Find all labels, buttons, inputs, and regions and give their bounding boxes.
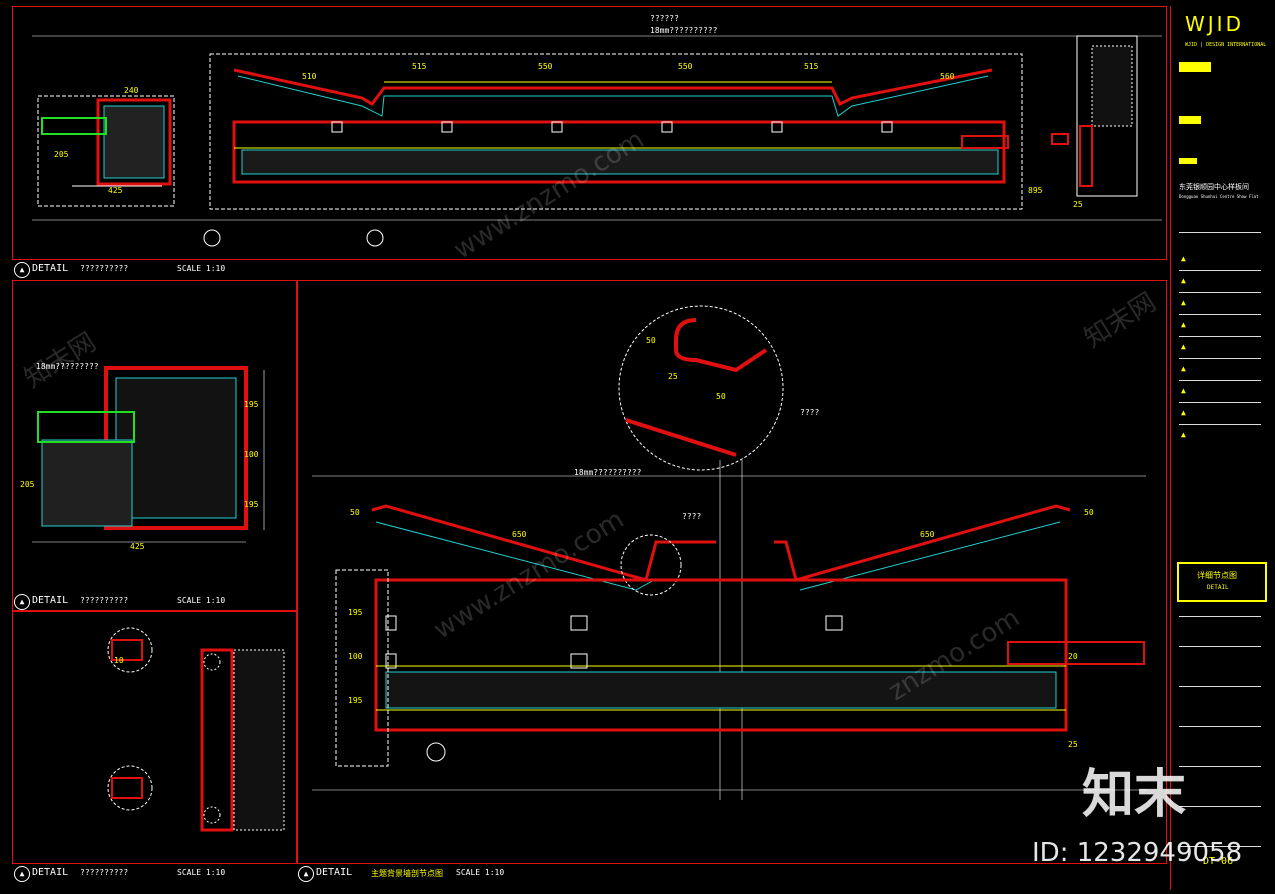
main-panel-title: ▲ DETAIL 主题背景墙剖节点图 SCALE 1:10	[296, 864, 696, 882]
callout-label: 18mm??????????	[574, 468, 642, 477]
dim-label: 100	[348, 652, 363, 661]
dim-label: 50	[350, 508, 360, 517]
detail-marker-icon: ▲	[14, 262, 30, 278]
divider	[1179, 806, 1261, 807]
dim-label: 195	[348, 696, 363, 705]
brand-logo: WJID	[1185, 12, 1244, 36]
mid-left-section-drawing	[32, 366, 265, 543]
top-section-drawing	[32, 35, 1162, 247]
divider	[1179, 646, 1261, 647]
dim-label: 50	[716, 392, 726, 401]
dim-label: 515	[804, 62, 819, 71]
project-title-en: Dongguan Shunhui Centre Show Flat	[1179, 194, 1259, 199]
divider	[1179, 686, 1261, 687]
divider	[1179, 358, 1261, 359]
dim-label: 25	[668, 372, 678, 381]
callout-label: ????	[800, 408, 820, 417]
brand-block	[1179, 62, 1211, 72]
sheet-title-en: DETAIL	[1207, 584, 1229, 591]
dim-label: 550	[538, 62, 553, 71]
divider	[1179, 232, 1261, 233]
footer-id: ID: 1232949058	[1032, 838, 1243, 868]
dim-label: 550	[678, 62, 693, 71]
dim-label: 560	[940, 72, 955, 81]
panel-label: DETAIL	[316, 867, 353, 878]
callout-label: ????	[682, 512, 702, 521]
panel-sub: ??????????	[80, 868, 129, 877]
bottom-left-panel-title: ▲ DETAIL ?????????? SCALE 1:10	[12, 864, 292, 882]
dim-label: 100	[244, 450, 259, 459]
dim-label: 510	[302, 72, 317, 81]
top-panel-title: ▲ DETAIL ?????????? SCALE 1:10	[12, 260, 412, 278]
revision-triangle-icon: ▲	[1181, 276, 1186, 285]
brand-block	[1179, 158, 1197, 164]
panel-scale: SCALE 1:10	[177, 264, 226, 273]
detail-marker-icon: ▲	[14, 866, 30, 882]
detail-marker-icon: ▲	[298, 866, 314, 882]
divider	[1179, 424, 1261, 425]
revision-triangle-icon: ▲	[1181, 408, 1186, 417]
panel-scale: SCALE 1:10	[177, 596, 226, 605]
dim-label: 195	[244, 400, 259, 409]
panel-sub: ??????????	[80, 264, 129, 273]
divider	[1179, 336, 1261, 337]
sheet-title-box: 详细节点图 DETAIL	[1177, 562, 1267, 602]
dim-label: 425	[108, 186, 123, 195]
panel-label: DETAIL	[32, 867, 69, 878]
callout-label: ??????	[650, 14, 679, 23]
revision-triangle-icon: ▲	[1181, 254, 1186, 263]
divider	[1179, 726, 1261, 727]
callout-label: 18mm??????????	[650, 26, 718, 35]
panel-sub: 主题背景墙剖节点图	[371, 869, 443, 878]
brand-block	[1179, 116, 1201, 124]
revision-triangle-icon: ▲	[1181, 430, 1186, 439]
panel-sub: ??????????	[80, 596, 129, 605]
revision-triangle-icon: ▲	[1181, 342, 1186, 351]
dim-label: 205	[20, 480, 35, 489]
divider	[1179, 402, 1261, 403]
dim-label: 895	[1028, 186, 1043, 195]
dim-label: 25	[1068, 740, 1078, 749]
panel-label: DETAIL	[32, 595, 69, 606]
revision-triangle-icon: ▲	[1181, 386, 1186, 395]
dim-label: 650	[920, 530, 935, 539]
dim-label: 50	[646, 336, 656, 345]
dim-label: 25	[1073, 200, 1083, 209]
dim-label: 650	[512, 530, 527, 539]
dim-label: 195	[244, 500, 259, 509]
project-title: 东莞银顺园中心样板间	[1179, 183, 1249, 191]
panel-scale: SCALE 1:10	[177, 868, 226, 877]
divider	[1179, 766, 1261, 767]
sheet-title-cn: 详细节点图	[1197, 571, 1237, 580]
dim-label: 240	[124, 86, 139, 95]
brand-subtitle: WJID | DESIGN INTERNATIONAL	[1185, 42, 1267, 48]
dim-label: 10	[114, 656, 124, 665]
footer-logo: 知末	[1082, 765, 1187, 825]
divider	[1179, 292, 1261, 293]
dim-label: 195	[348, 608, 363, 617]
divider	[1179, 616, 1261, 617]
divider	[1179, 314, 1261, 315]
dim-label: 50	[1084, 508, 1094, 517]
revision-triangle-icon: ▲	[1181, 298, 1186, 307]
panel-label: DETAIL	[32, 263, 69, 274]
dim-label: 425	[130, 542, 145, 551]
revision-triangle-icon: ▲	[1181, 320, 1186, 329]
divider	[1179, 380, 1261, 381]
mid-left-panel-title: ▲ DETAIL ?????????? SCALE 1:10	[12, 592, 292, 610]
main-section-drawing	[312, 305, 1146, 800]
bottom-left-section-drawing	[107, 627, 285, 832]
dim-label: 205	[54, 150, 69, 159]
detail-marker-icon: ▲	[14, 594, 30, 610]
revision-triangle-icon: ▲	[1181, 364, 1186, 373]
panel-scale: SCALE 1:10	[456, 868, 505, 877]
dim-label: 515	[412, 62, 427, 71]
divider	[1179, 270, 1261, 271]
dim-label: 20	[1068, 652, 1078, 661]
